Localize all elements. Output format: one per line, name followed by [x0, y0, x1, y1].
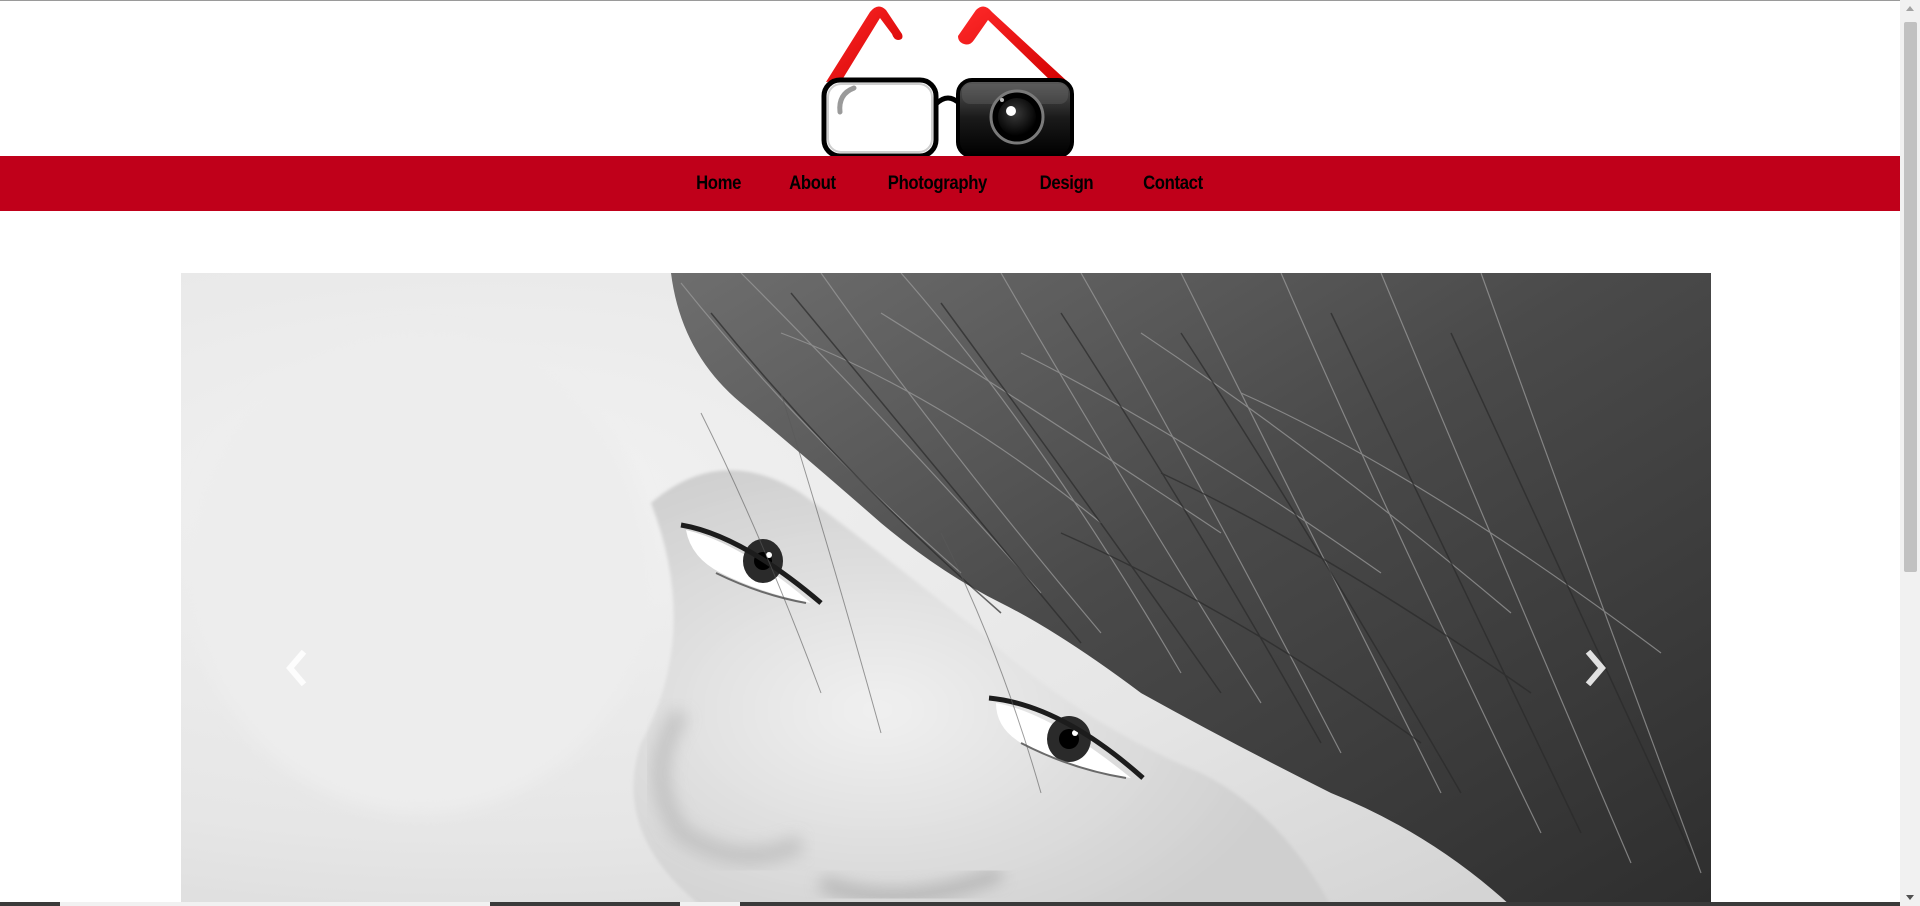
glasses-camera-logo-icon: [821, 6, 1074, 159]
scroll-up-arrow[interactable]: [1900, 0, 1920, 17]
chevron-left-icon: [286, 650, 307, 686]
carousel-next-button[interactable]: [1566, 613, 1626, 723]
bottom-strip: [0, 902, 1900, 906]
page: Home About Photography Design Contact: [0, 0, 1920, 906]
nav-item-contact[interactable]: Contact: [1143, 173, 1203, 195]
vertical-scrollbar[interactable]: [1900, 0, 1920, 906]
image-carousel: [181, 273, 1711, 906]
carousel-slide-image: [181, 273, 1711, 906]
nav-item-about[interactable]: About: [790, 173, 837, 195]
carousel-prev-button[interactable]: [266, 613, 326, 723]
main-navbar: Home About Photography Design Contact: [0, 156, 1900, 211]
nav-item-design[interactable]: Design: [1040, 173, 1094, 195]
triangle-up-icon: [1906, 6, 1914, 11]
nav-item-home[interactable]: Home: [696, 173, 741, 195]
site-logo[interactable]: [818, 0, 1080, 160]
scroll-down-arrow[interactable]: [1900, 889, 1920, 906]
nav-item-photography[interactable]: Photography: [888, 173, 988, 195]
nav-menu: Home About Photography Design Contact: [0, 156, 1900, 211]
triangle-down-icon: [1906, 895, 1914, 900]
scrollbar-thumb[interactable]: [1904, 22, 1917, 572]
chevron-right-icon: [1585, 650, 1606, 686]
